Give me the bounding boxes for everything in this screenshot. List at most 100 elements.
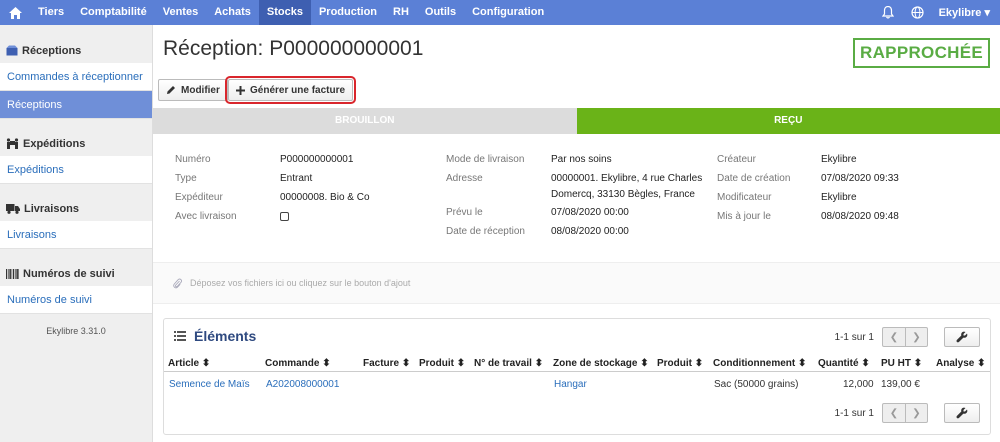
- home-icon[interactable]: [0, 0, 30, 25]
- with-delivery-checkbox[interactable]: [280, 212, 289, 224]
- list-icon: [174, 331, 186, 341]
- sidebar-item-commandes-a-receptionner[interactable]: Commandes à réceptionner: [0, 63, 152, 91]
- modify-button-label: Modifier: [181, 84, 220, 96]
- elements-panel: Éléments 1-1 sur 1 ❮ ❯ Article ⬍ Commande…: [163, 318, 991, 435]
- value-updated-at: 08/08/2020 09:48: [821, 211, 899, 222]
- nav-comptabilite[interactable]: Comptabilité: [72, 0, 155, 25]
- col-quantite[interactable]: Quantité ⬍: [818, 358, 870, 369]
- col-analyse[interactable]: Analyse ⬍: [936, 358, 986, 369]
- col-conditionnement[interactable]: Conditionnement ⬍: [713, 358, 806, 369]
- cell-zone-link[interactable]: Hangar: [554, 379, 587, 390]
- label-address: Adresse: [446, 173, 483, 184]
- label-creator: Créateur: [717, 154, 756, 165]
- state-progress-bar: BROUILLON REÇU: [153, 108, 1000, 134]
- sidebar-section-numeros-de-suivi: Numéros de suivi: [0, 261, 152, 286]
- user-menu[interactable]: Ekylibre ▾: [933, 6, 1000, 19]
- value-planned: 07/08/2020 00:00: [551, 207, 629, 218]
- barcode-icon: [6, 268, 19, 279]
- nav-tiers[interactable]: Tiers: [30, 0, 72, 25]
- nav-achats[interactable]: Achats: [206, 0, 259, 25]
- col-article[interactable]: Article ⬍: [168, 358, 210, 369]
- step-received: REÇU: [576, 108, 1000, 134]
- elements-table-header: Article ⬍ Commande ⬍ Facture ⬍ Produit ⬍…: [164, 354, 990, 372]
- cell-quantity: 12,000: [843, 379, 874, 390]
- sidebar-item-numeros-de-suivi[interactable]: Numéros de suivi: [0, 286, 152, 314]
- value-creation-date: 07/08/2020 09:33: [821, 173, 899, 184]
- dropzone-text: Déposez vos fichiers ici ou cliquez sur …: [190, 278, 411, 288]
- table-row: Semence de Maïs A202008000001 Hangar Sac…: [164, 373, 990, 395]
- value-type: Entrant: [280, 173, 313, 184]
- cell-order-link[interactable]: A202008000001: [266, 379, 339, 390]
- sender-link[interactable]: 00000008. Bio & Co: [280, 192, 370, 203]
- pager-top: 1-1 sur 1 ❮ ❯: [835, 327, 980, 347]
- col-facture[interactable]: Facture ⬍: [363, 358, 410, 369]
- col-zone-de-stockage[interactable]: Zone de stockage ⬍: [553, 358, 649, 369]
- sidebar-section-title: Expéditions: [23, 137, 86, 150]
- value-modifier: Ekylibre: [821, 192, 857, 203]
- main-content: Réception: P000000000001 RAPPROCHÉE Modi…: [153, 25, 1000, 442]
- label-delivery-mode: Mode de livraison: [446, 154, 525, 165]
- truck-icon: [6, 203, 20, 214]
- nav-production[interactable]: Production: [311, 0, 385, 25]
- cell-price: 139,00 €: [881, 379, 920, 390]
- value-creator: Ekylibre: [821, 154, 857, 165]
- chevron-right-icon[interactable]: ❯: [905, 328, 927, 346]
- user-name: Ekylibre: [938, 7, 982, 19]
- modify-button[interactable]: Modifier: [158, 79, 228, 101]
- label-planned: Prévu le: [446, 207, 483, 218]
- col-produit[interactable]: Produit ⬍: [419, 358, 465, 369]
- top-navbar: Tiers Comptabilité Ventes Achats Stocks …: [0, 0, 1000, 25]
- people-carry-icon: [6, 138, 19, 149]
- label-sender: Expéditeur: [175, 192, 223, 203]
- label-with-delivery: Avec livraison: [175, 211, 237, 222]
- file-dropzone[interactable]: Déposez vos fichiers ici ou cliquez sur …: [153, 262, 1000, 304]
- caret-down-icon: ▾: [984, 7, 990, 19]
- sidebar-item-livraisons[interactable]: Livraisons: [0, 221, 152, 249]
- sidebar-section-title: Numéros de suivi: [23, 267, 115, 280]
- col-pu-ht[interactable]: PU HT ⬍: [881, 358, 922, 369]
- page-title: Réception: P000000000001: [163, 37, 424, 60]
- col-numero-de-travail[interactable]: N° de travail ⬍: [474, 358, 543, 369]
- sidebar-section-title: Livraisons: [24, 202, 80, 215]
- nav-ventes[interactable]: Ventes: [155, 0, 206, 25]
- nav-configuration[interactable]: Configuration: [464, 0, 552, 25]
- status-badge: RAPPROCHÉE: [853, 38, 990, 68]
- chevron-left-icon[interactable]: ❮: [883, 404, 905, 422]
- label-reception-date: Date de réception: [446, 226, 525, 237]
- sidebar-section-expeditions: Expéditions: [0, 131, 152, 156]
- cell-article-link[interactable]: Semence de Maïs: [169, 379, 250, 390]
- generate-invoice-button-label: Générer une facture: [250, 84, 346, 96]
- pencil-icon: [167, 86, 175, 94]
- pagination-count: 1-1 sur 1: [834, 407, 874, 419]
- wrench-icon[interactable]: [944, 327, 980, 347]
- label-number: Numéro: [175, 154, 211, 165]
- sidebar-section-title: Réceptions: [22, 44, 82, 57]
- value-number: P000000000001: [280, 154, 354, 165]
- bell-icon[interactable]: [873, 0, 903, 25]
- sidebar-section-receptions: Réceptions: [0, 38, 152, 63]
- boxes-icon: [6, 45, 18, 56]
- nav-stocks[interactable]: Stocks: [258, 0, 311, 25]
- col-produit-2[interactable]: Produit ⬍: [657, 358, 703, 369]
- value-address-line2: Domercq, 33130 Bègles, France: [551, 189, 695, 200]
- value-address-line1: 00000001. Ekylibre, 4 rue Charles: [551, 173, 703, 184]
- paperclip-icon: [173, 278, 182, 288]
- globe-icon[interactable]: [903, 0, 933, 25]
- label-creation-date: Date de création: [717, 173, 791, 184]
- elements-title: Éléments: [174, 328, 256, 344]
- value-delivery-mode: Par nos soins: [551, 154, 612, 165]
- sidebar-item-receptions[interactable]: Réceptions: [0, 91, 152, 119]
- sidebar-item-expeditions[interactable]: Expéditions: [0, 156, 152, 184]
- label-type: Type: [175, 173, 197, 184]
- generate-invoice-button[interactable]: Générer une facture: [224, 76, 357, 104]
- chevron-left-icon[interactable]: ❮: [883, 328, 905, 346]
- cell-packaging: Sac (50000 grains): [714, 379, 799, 390]
- nav-rh[interactable]: RH: [385, 0, 417, 25]
- app-version: Ekylibre 3.31.0: [46, 326, 106, 336]
- sidebar: Réceptions Commandes à réceptionner Réce…: [0, 25, 153, 442]
- nav-outils[interactable]: Outils: [417, 0, 464, 25]
- plus-icon: [236, 85, 245, 95]
- chevron-right-icon[interactable]: ❯: [905, 404, 927, 422]
- wrench-icon[interactable]: [944, 403, 980, 423]
- col-commande[interactable]: Commande ⬍: [265, 358, 331, 369]
